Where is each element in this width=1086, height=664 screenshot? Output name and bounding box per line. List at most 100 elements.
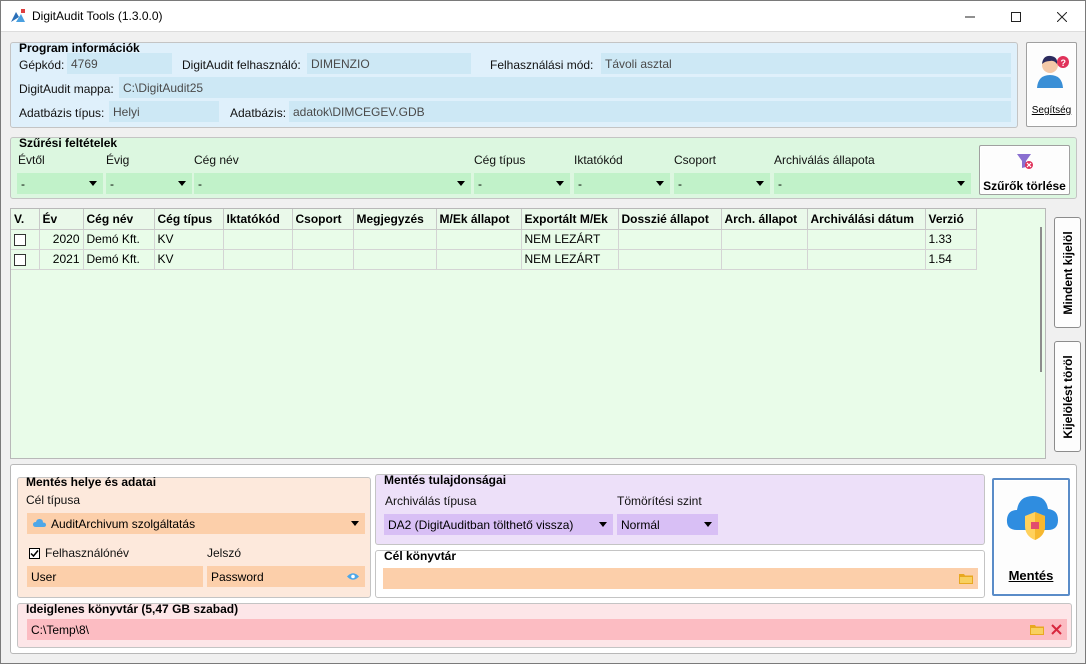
row-checkbox[interactable] — [14, 253, 26, 266]
username-input[interactable]: User — [27, 566, 203, 587]
clear-selection-button[interactable]: Kijelölést töröl — [1054, 341, 1081, 452]
db-field: adatok\DIMCEGEV.GDB — [289, 101, 1011, 122]
minimize-button[interactable] — [947, 1, 993, 32]
column-header[interactable]: Cég típus — [154, 209, 224, 230]
username-checkbox[interactable] — [29, 548, 40, 559]
archive-type-select[interactable]: DA2 (DigitAuditban tölthető vissza) — [384, 514, 613, 535]
save-button[interactable]: Mentés — [992, 478, 1070, 596]
archive-status-label: Archiválás állapota — [774, 153, 875, 167]
column-header[interactable]: Cég név — [83, 209, 155, 230]
arch-status-cell — [721, 249, 808, 270]
cloud-icon — [33, 519, 46, 527]
chevron-down-icon — [457, 181, 465, 186]
clear-selection-label: Kijelölést töröl — [1060, 354, 1075, 439]
company-value: - — [198, 177, 202, 191]
group-filter-select[interactable]: - — [674, 173, 770, 194]
clear-filters-label: Szűrők törlése — [983, 179, 1066, 193]
archive-type-label: Archiválás típusa — [385, 494, 477, 508]
password-input[interactable]: Password — [207, 566, 365, 587]
column-header[interactable]: Arch. állapot — [721, 209, 808, 230]
help-label: Segítség — [1031, 105, 1072, 116]
dossier-cell — [618, 229, 722, 250]
table-row[interactable]: 2021 Demó Kft. KV NEM LEZÁRT 1.54 — [11, 249, 977, 270]
column-header[interactable]: Megjegyzés — [353, 209, 437, 230]
chevron-down-icon — [556, 181, 564, 186]
year-cell: 2020 — [39, 229, 84, 250]
row-checkbox[interactable] — [14, 233, 26, 246]
company-select[interactable]: - — [194, 173, 471, 194]
exported-cell: NEM LEZÁRT — [521, 229, 619, 250]
compression-label: Tömörítési szint — [617, 494, 702, 508]
machine-code-label: Gépkód: — [19, 58, 65, 72]
scrollbar-thumb[interactable] — [1040, 227, 1042, 372]
target-type-select[interactable]: AuditArchivum szolgáltatás — [27, 513, 365, 534]
column-header[interactable]: Verzió — [925, 209, 977, 230]
db-type-field: Helyi — [109, 101, 219, 122]
username-checkbox-label: Felhasználónév — [45, 546, 130, 560]
minimize-icon — [965, 16, 975, 17]
filing-code-value: - — [578, 177, 582, 191]
folder-icon[interactable] — [959, 573, 973, 584]
from-year-label: Évtől — [18, 153, 45, 167]
archive-status-select[interactable]: - — [774, 173, 971, 194]
column-header[interactable]: M/Ek állapot — [436, 209, 522, 230]
company-type-select[interactable]: - — [474, 173, 570, 194]
target-dir-group: Cél könyvtár — [375, 549, 985, 598]
delete-icon[interactable] — [1051, 624, 1062, 635]
table-row[interactable]: 2020 Demó Kft. KV NEM LEZÁRT 1.33 — [11, 229, 977, 250]
exported-cell: NEM LEZÁRT — [521, 249, 619, 270]
db-type-label: Adatbázis típus: — [19, 106, 105, 120]
close-button[interactable] — [1039, 1, 1085, 32]
help-button[interactable]: ? Segítség — [1026, 42, 1077, 127]
chevron-down-icon — [351, 521, 359, 526]
column-header[interactable]: Dosszié állapot — [618, 209, 722, 230]
filter-clear-icon — [1017, 154, 1033, 169]
eye-icon[interactable] — [347, 572, 359, 581]
db-label: Adatbázis: — [230, 106, 287, 120]
note-cell — [353, 229, 437, 250]
folder-icon[interactable] — [1030, 624, 1044, 635]
chevron-down-icon — [957, 181, 965, 186]
clear-filters-button[interactable]: Szűrők törlése — [979, 145, 1070, 195]
column-header[interactable]: Csoport — [292, 209, 354, 230]
title-bar: DigitAudit Tools (1.3.0.0) — [1, 1, 1085, 32]
archive-status-value: - — [778, 177, 782, 191]
column-header[interactable]: Exportált M/Ek — [521, 209, 619, 230]
mek-status-cell — [436, 229, 522, 250]
group-cell — [292, 229, 354, 250]
temp-dir-label: Ideiglenes könyvtár (5,47 GB szabad) — [26, 602, 239, 616]
column-header[interactable]: Archiválási dátum — [807, 209, 926, 230]
group-filter-value: - — [678, 177, 682, 191]
password-value: Password — [211, 570, 264, 584]
records-grid: V. Év Cég név Cég típus Iktatókód Csopor… — [10, 208, 1046, 459]
compression-select[interactable]: Normál — [617, 514, 718, 535]
filing-code-select[interactable]: - — [574, 173, 670, 194]
company-type-value: - — [478, 177, 482, 191]
row-checkbox-cell[interactable] — [11, 229, 40, 250]
arch-date-cell — [807, 249, 926, 270]
filters-group: Szűrési feltételek Évtől Évig Cég név Cé… — [10, 136, 1077, 199]
column-header[interactable]: Iktatókód — [223, 209, 293, 230]
checkmark-icon — [30, 550, 39, 558]
maximize-icon — [1011, 11, 1021, 22]
company-type-label: Cég típus — [474, 153, 526, 167]
maximize-button[interactable] — [993, 1, 1039, 32]
machine-code-field: 4769 — [67, 53, 172, 74]
close-icon — [1057, 11, 1067, 22]
company-cell: Demó Kft. — [83, 249, 155, 270]
from-year-select[interactable]: - — [17, 173, 103, 194]
dossier-cell — [618, 249, 722, 270]
arch-date-cell — [807, 229, 926, 250]
to-year-select[interactable]: - — [106, 173, 192, 194]
save-location-group: Mentés helye és adatai Cél típusa AuditA… — [17, 475, 371, 598]
row-checkbox-cell[interactable] — [11, 249, 40, 270]
select-all-button[interactable]: Mindent kijelöl — [1054, 217, 1081, 328]
temp-dir-input[interactable]: C:\Temp\8\ — [27, 619, 1067, 640]
user-field: DIMENZIO — [307, 53, 471, 74]
app-logo-icon — [11, 9, 25, 22]
select-all-label: Mindent kijelöl — [1060, 230, 1075, 315]
target-dir-input[interactable] — [383, 568, 978, 589]
save-location-label: Mentés helye és adatai — [26, 475, 157, 489]
column-header[interactable]: V. — [11, 209, 40, 230]
column-header[interactable]: Év — [39, 209, 84, 230]
